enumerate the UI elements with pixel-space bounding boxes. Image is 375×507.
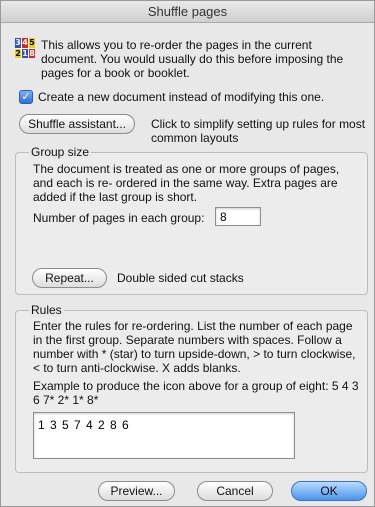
rules-input[interactable]: 1 3 5 7 4 2 8 6 <box>33 412 295 459</box>
shuffle-pages-dialog: Shuffle pages 3 4 5 2 1 8 This allows yo… <box>0 0 375 507</box>
icon-digit: 5 <box>29 38 35 48</box>
ok-button[interactable]: OK <box>291 481 367 501</box>
pages-per-group-input[interactable] <box>215 207 261 226</box>
icon-digit: 2 <box>15 48 21 58</box>
shuffle-assistant-button[interactable]: Shuffle assistant... <box>19 114 135 134</box>
checkmark-icon[interactable]: ✓ <box>19 90 33 104</box>
repeat-hint: Double sided cut stacks <box>117 271 244 285</box>
group-size-title: Group size <box>29 145 92 159</box>
create-new-document-label: Create a new document instead of modifyi… <box>38 90 325 104</box>
rules-example: Example to produce the icon above for a … <box>33 379 359 407</box>
cancel-button[interactable]: Cancel <box>197 481 273 501</box>
preview-button[interactable]: Preview... <box>98 481 175 501</box>
rules-description: Enter the rules for re-ordering. List th… <box>33 319 356 375</box>
icon-digit: 1 <box>22 48 28 58</box>
window-title: Shuffle pages <box>1 1 374 23</box>
shuffle-assistant-hint: Click to simplify setting up rules for m… <box>151 117 366 145</box>
create-new-document-option[interactable]: ✓ Create a new document instead of modif… <box>19 90 324 104</box>
intro-description: This allows you to re-order the pages in… <box>41 38 344 80</box>
icon-digit: 3 <box>15 38 21 48</box>
repeat-button[interactable]: Repeat... <box>32 268 107 288</box>
page-order-icon: 3 4 5 2 1 8 <box>15 38 35 58</box>
icon-digit: 8 <box>29 48 35 58</box>
pages-per-group-label: Number of pages in each group: <box>33 211 205 225</box>
icon-digit: 4 <box>22 38 28 48</box>
rules-title: Rules <box>29 303 64 317</box>
group-size-description: The document is treated as one or more g… <box>33 162 340 204</box>
